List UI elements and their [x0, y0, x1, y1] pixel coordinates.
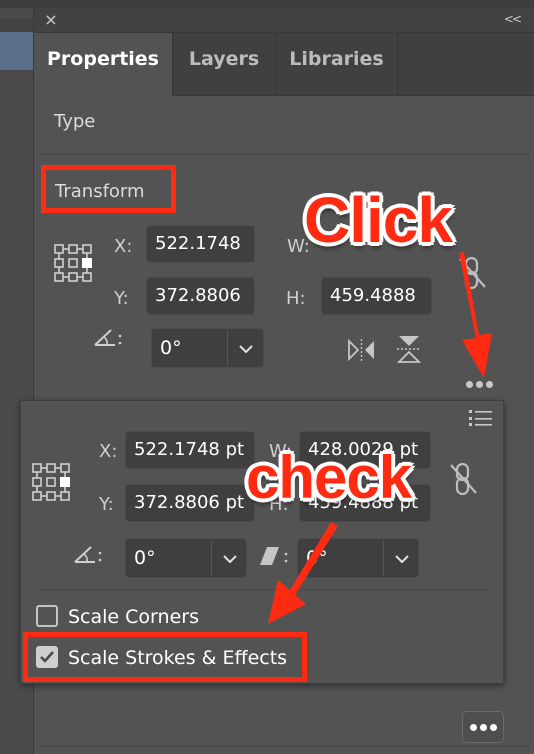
rotate-angle-dropdown[interactable]: 0°: [125, 538, 247, 578]
flip-vertical-icon[interactable]: [396, 334, 422, 368]
section-divider: [36, 746, 531, 747]
flip-horizontal-icon[interactable]: [347, 338, 377, 366]
panel-titlebar: × <<: [34, 8, 534, 33]
rotate-angle-value[interactable]: 0°: [160, 329, 182, 367]
dot: [486, 381, 493, 388]
annotation-check-label: check: [246, 444, 412, 511]
popup-divider: [37, 589, 489, 590]
x-label: X:: [99, 441, 118, 462]
constrain-proportions-link-icon[interactable]: [449, 461, 479, 501]
x-position-input[interactable]: 522.1748 pt: [125, 431, 255, 469]
y-label: Y:: [99, 494, 114, 515]
y-label: Y:: [114, 288, 129, 309]
background-selected-row: [0, 32, 33, 70]
dot: [489, 723, 497, 731]
dot: [469, 723, 477, 731]
reference-point-icon[interactable]: [32, 463, 70, 501]
chevron-down-icon[interactable]: [212, 539, 248, 577]
tab-properties[interactable]: Properties: [34, 33, 173, 97]
reference-point-icon[interactable]: [54, 244, 92, 282]
shear-icon: [259, 546, 291, 570]
h-label: H:: [286, 288, 306, 309]
annotation-click-label: Click: [304, 184, 453, 256]
tab-libraries[interactable]: Libraries: [276, 33, 398, 96]
background-panel-row: [0, 18, 33, 32]
background-toolbar: [0, 0, 534, 8]
list-menu-icon[interactable]: [469, 409, 493, 431]
section-type-title[interactable]: Type: [54, 111, 95, 132]
shear-angle-dropdown[interactable]: 0°: [297, 538, 419, 578]
dot: [479, 723, 487, 731]
scale-corners-label[interactable]: Scale Corners: [68, 606, 199, 628]
chevron-down-icon[interactable]: [228, 329, 264, 367]
rotate-angle-icon: [93, 326, 123, 352]
annotation-highlight-scale-strokes: [23, 632, 307, 682]
rotate-angle-dropdown[interactable]: 0°: [151, 328, 264, 368]
rotate-angle-icon: [73, 543, 103, 569]
dot: [466, 381, 473, 388]
y-position-input[interactable]: 372.8806 pt: [125, 484, 255, 522]
collapse-panel-icon[interactable]: <<: [504, 12, 522, 26]
constrain-proportions-link-icon[interactable]: [458, 255, 488, 295]
tab-layers[interactable]: Layers: [173, 33, 276, 96]
annotation-highlight-transform: [41, 165, 176, 213]
chevron-down-icon[interactable]: [384, 539, 420, 577]
section-divider: [36, 154, 531, 155]
shear-angle-value[interactable]: 0°: [306, 539, 328, 577]
scale-corners-checkbox[interactable]: [36, 605, 58, 627]
close-icon[interactable]: ×: [43, 11, 59, 29]
x-label: X:: [114, 236, 133, 257]
dot: [476, 381, 483, 388]
rotate-angle-value[interactable]: 0°: [134, 539, 156, 577]
panel-tabs: Properties Layers Libraries: [34, 33, 534, 97]
y-position-input[interactable]: 372.8806: [146, 277, 255, 315]
more-options-button[interactable]: [466, 381, 493, 388]
background-panel-row: [0, 70, 33, 82]
quick-actions-more-button[interactable]: [462, 711, 504, 743]
x-position-input[interactable]: 522.1748: [146, 225, 255, 263]
height-input[interactable]: 459.4888: [321, 277, 432, 315]
